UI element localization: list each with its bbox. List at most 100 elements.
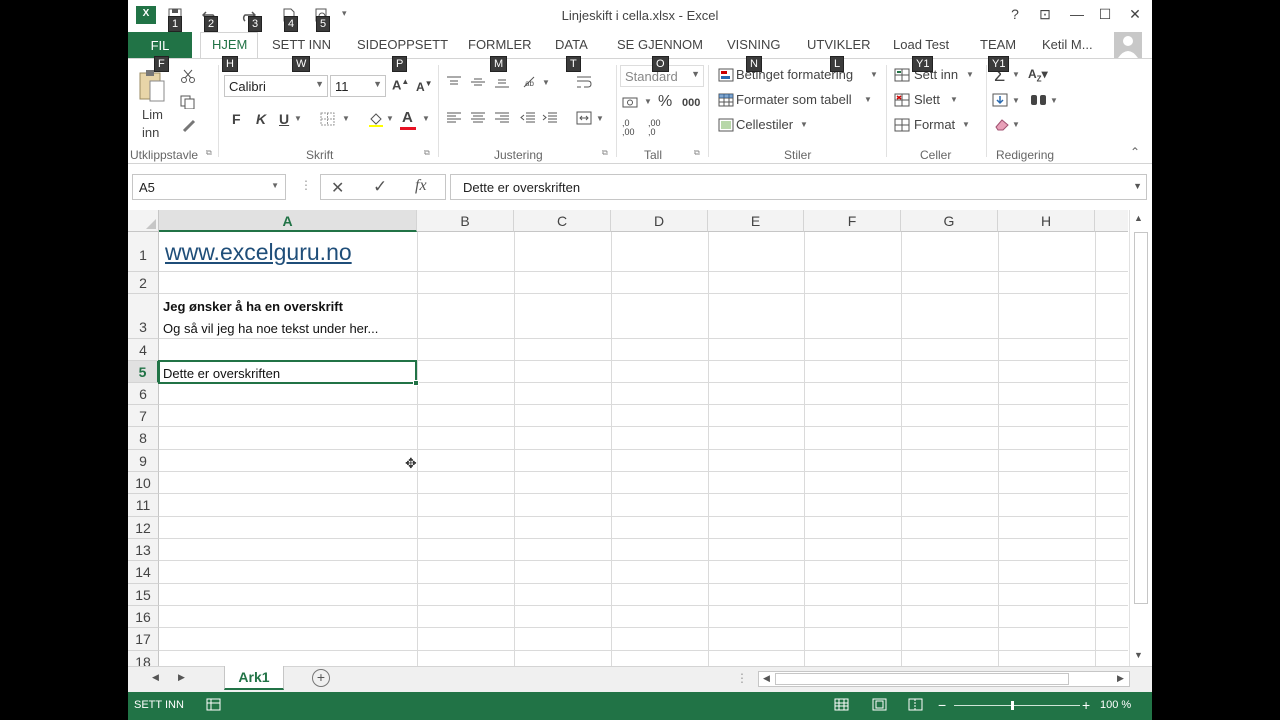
chevron-down-icon[interactable]: ▼ <box>422 114 430 123</box>
column-header-c[interactable]: C <box>514 210 611 232</box>
font-size-combo[interactable]: 11 ▼ <box>330 75 386 97</box>
align-right-icon[interactable] <box>494 111 510 125</box>
column-header-f[interactable]: F <box>804 210 901 232</box>
scroll-down-icon[interactable]: ▼ <box>1134 650 1143 660</box>
fill-color-icon[interactable] <box>368 111 384 127</box>
column-header-partial[interactable] <box>1095 210 1128 232</box>
format-painter-icon[interactable] <box>182 119 198 133</box>
customize-qat-icon[interactable]: ▾ <box>342 8 356 22</box>
decrease-decimal-button[interactable]: ,00 ,0 <box>648 119 661 137</box>
minimize-button[interactable]: — <box>1066 6 1088 26</box>
row-header-10[interactable]: 10 <box>128 472 159 494</box>
fill-icon[interactable] <box>992 93 1008 107</box>
increase-decimal-button[interactable]: ,0 ,00 <box>622 119 635 137</box>
zoom-slider-thumb[interactable] <box>1011 701 1014 710</box>
font-color-icon[interactable]: A <box>402 109 413 126</box>
column-header-d[interactable]: D <box>611 210 708 232</box>
grow-font-icon[interactable]: A▲ <box>392 77 409 92</box>
row-header-12[interactable]: 12 <box>128 517 159 539</box>
horizontal-scrollbar[interactable]: ◀ ▶ <box>758 671 1130 687</box>
underline-button[interactable]: U <box>279 111 289 127</box>
align-middle-icon[interactable] <box>470 75 486 89</box>
font-name-combo[interactable]: Calibri ▼ <box>224 75 328 97</box>
row-header-9[interactable]: 9 <box>128 450 159 472</box>
tab-load-test[interactable]: Load Test <box>893 37 949 52</box>
font-launcher-icon[interactable]: ⧉ <box>424 148 430 158</box>
scroll-thumb[interactable] <box>1134 232 1148 604</box>
comma-style-button[interactable]: 000 <box>682 97 700 109</box>
paste-label-2[interactable]: inn <box>142 125 159 140</box>
vertical-scrollbar[interactable]: ▲ ▼ <box>1129 210 1152 666</box>
format-as-table-button[interactable]: Formater som tabell <box>736 92 852 107</box>
number-launcher-icon[interactable]: ⧉ <box>694 148 700 158</box>
align-left-icon[interactable] <box>446 111 462 125</box>
borders-icon[interactable] <box>320 112 336 126</box>
normal-view-icon[interactable] <box>834 698 850 715</box>
row-header-3[interactable]: 3 <box>128 294 159 339</box>
zoom-level[interactable]: 100 % <box>1100 699 1131 711</box>
chevron-down-icon[interactable]: ▼ <box>1012 120 1020 129</box>
name-box[interactable]: A5 ▼ <box>132 174 286 200</box>
row-header-2[interactable]: 2 <box>128 272 159 294</box>
tab-team[interactable]: TEAM <box>980 37 1016 52</box>
chevron-down-icon[interactable]: ▼ <box>596 114 604 123</box>
cut-icon[interactable] <box>180 69 196 83</box>
maximize-button[interactable]: ☐ <box>1094 6 1116 26</box>
chevron-down-icon[interactable]: ▼ <box>800 120 808 129</box>
decrease-indent-icon[interactable] <box>520 111 536 125</box>
tab-data[interactable]: DATA <box>555 37 588 52</box>
select-all-button[interactable] <box>128 210 159 232</box>
row-header-16[interactable]: 16 <box>128 606 159 628</box>
chevron-down-icon[interactable]: ▼ <box>644 97 652 106</box>
row-header-7[interactable]: 7 <box>128 405 159 427</box>
tab-view[interactable]: VISNING <box>727 37 780 52</box>
collapse-ribbon-icon[interactable]: ⌃ <box>1130 145 1140 159</box>
sheet-next-icon[interactable]: ▶ <box>178 672 185 683</box>
increase-indent-icon[interactable] <box>542 111 558 125</box>
page-layout-view-icon[interactable] <box>872 698 888 715</box>
chevron-down-icon[interactable]: ▼ <box>294 114 302 123</box>
row-header-13[interactable]: 13 <box>128 539 159 561</box>
column-header-g[interactable]: G <box>901 210 998 232</box>
alignment-launcher-icon[interactable]: ⧉ <box>602 148 608 158</box>
copy-icon[interactable] <box>180 95 196 110</box>
row-header-4[interactable]: 4 <box>128 339 159 361</box>
fill-handle[interactable] <box>413 380 419 386</box>
user-name[interactable]: Ketil M... <box>1042 37 1093 52</box>
insert-cells-icon[interactable] <box>894 68 910 82</box>
row-header-8[interactable]: 8 <box>128 427 159 450</box>
close-button[interactable]: ✕ <box>1124 6 1146 26</box>
cell-styles-icon[interactable] <box>718 118 734 132</box>
chevron-down-icon[interactable]: ▼ <box>950 95 958 104</box>
cell-styles-button[interactable]: Cellestiler <box>736 117 793 132</box>
tab-developer[interactable]: UTVIKLER <box>807 37 871 52</box>
row-header-6[interactable]: 6 <box>128 383 159 405</box>
format-cells-button[interactable]: Format <box>914 117 955 132</box>
chevron-down-icon[interactable]: ▼ <box>1050 96 1058 105</box>
format-cells-icon[interactable] <box>894 118 910 132</box>
column-header-a[interactable]: A <box>159 210 417 232</box>
orientation-icon[interactable]: ab <box>522 75 538 89</box>
chevron-down-icon[interactable]: ▼ <box>870 70 878 79</box>
tab-split-grip-icon[interactable]: ⋮ <box>736 671 748 685</box>
sheet-prev-icon[interactable]: ◀ <box>152 672 159 683</box>
wrap-text-icon[interactable] <box>576 75 592 89</box>
italic-button[interactable]: K <box>256 111 266 127</box>
conditional-formatting-icon[interactable] <box>718 68 734 82</box>
column-header-h[interactable]: H <box>998 210 1095 232</box>
confirm-entry-icon[interactable]: ✓ <box>373 177 387 197</box>
insert-function-button[interactable]: fx <box>415 177 427 195</box>
chevron-down-icon[interactable]: ▼ <box>864 95 872 104</box>
bold-button[interactable]: F <box>232 111 241 127</box>
add-sheet-button[interactable]: + <box>312 669 330 687</box>
chevron-down-icon[interactable]: ▼ <box>966 70 974 79</box>
active-cell-selection[interactable] <box>158 360 419 386</box>
merge-center-icon[interactable] <box>576 111 592 125</box>
page-break-view-icon[interactable] <box>908 698 924 715</box>
row-header-15[interactable]: 15 <box>128 584 159 606</box>
row-header-14[interactable]: 14 <box>128 561 159 584</box>
chevron-down-icon[interactable]: ▼ <box>386 114 394 123</box>
row-header-1[interactable]: 1 <box>128 232 159 272</box>
align-center-icon[interactable] <box>470 111 486 125</box>
tab-home[interactable]: HJEM <box>212 37 247 52</box>
